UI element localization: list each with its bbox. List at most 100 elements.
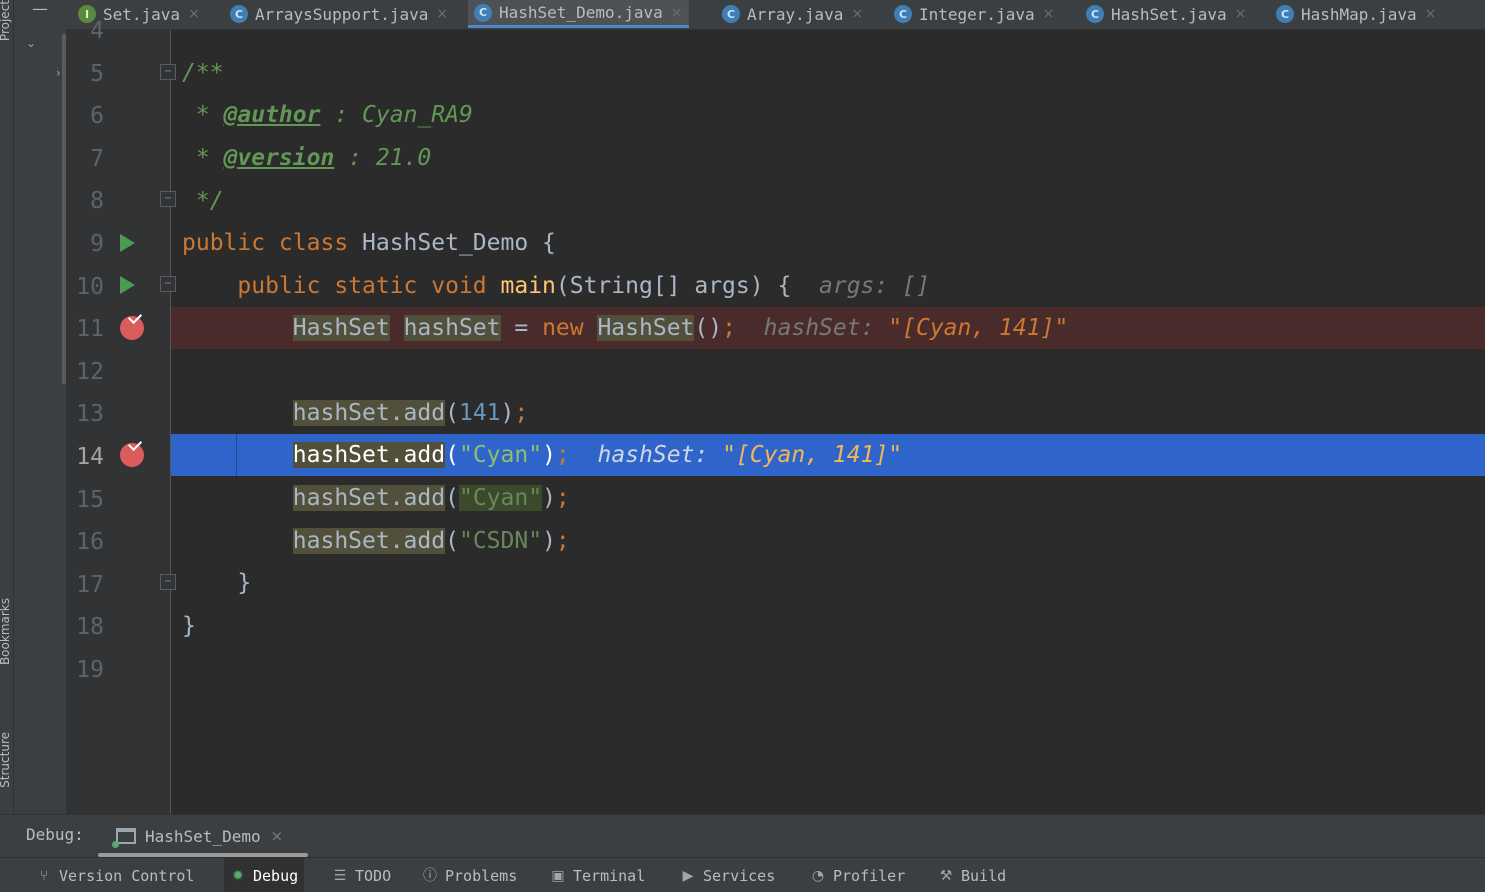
breakpoint-icon[interactable] (120, 316, 144, 340)
inline-debug-value[interactable]: "[Cyan, 141]" (888, 315, 1068, 341)
run-main-icon[interactable] (120, 276, 135, 294)
debug-session-tab[interactable]: HashSet_Demo × (112, 823, 284, 849)
chevron-down-icon[interactable]: ⌄ (26, 36, 36, 50)
comment-text: : 21.0 (334, 145, 432, 171)
tool-window-label: Build (961, 866, 1007, 885)
paren: ( (445, 400, 459, 426)
tool-window-todo[interactable]: ☰ TODO (326, 858, 397, 892)
code-line-13[interactable]: hashSet.add(141); (182, 392, 528, 434)
bug-icon: ✹ (232, 867, 244, 884)
class-icon: C (1086, 5, 1104, 23)
closing-brace: } (182, 613, 196, 639)
line-number[interactable]: 6 (66, 95, 104, 137)
chevron-right-icon[interactable]: › (56, 66, 61, 80)
code-line-18[interactable]: } (182, 605, 196, 647)
code-editor[interactable]: 4 5 6 7 8 9 10 11 12 13 14 15 16 17 18 19 − − − − /** *… (66, 18, 1485, 814)
line-number[interactable]: 11 (66, 308, 104, 350)
close-icon[interactable]: × (1425, 6, 1437, 22)
line-number[interactable]: 15 (66, 479, 104, 521)
line-number[interactable]: 9 (66, 223, 104, 265)
code-line-15[interactable]: hashSet.add("Cyan"); (182, 477, 570, 519)
number-literal: 141 (458, 400, 501, 426)
javadoc-tag[interactable]: @version (224, 145, 335, 171)
editor-tab[interactable]: C HashSet.java × (1080, 0, 1252, 28)
method-call: hashSet.add (292, 485, 446, 511)
class-declaration: HashSet_Demo { (362, 230, 556, 256)
code-line-8[interactable]: */ (182, 180, 224, 222)
code-line-6[interactable]: * @author : Cyan_RA9 (182, 94, 473, 136)
fold-open-icon[interactable]: − (160, 276, 176, 292)
tool-window-version-control[interactable]: ⑂ Version Control (30, 858, 200, 892)
editor-tab[interactable]: C HashSet_Demo.java × (468, 0, 689, 28)
line-number[interactable]: 16 (66, 521, 104, 563)
semicolon: ; (514, 400, 529, 426)
structure-tool-label[interactable]: Structure (0, 732, 12, 788)
fold-close-icon[interactable]: − (160, 574, 176, 590)
method-call: hashSet.add (292, 528, 446, 554)
semicolon: ; (722, 315, 736, 341)
semicolon: ; (555, 442, 570, 468)
tool-window-services[interactable]: ▶ Services (674, 858, 781, 892)
semicolon: ; (555, 528, 570, 554)
line-number[interactable]: 18 (66, 606, 104, 648)
line-number[interactable]: 7 (66, 138, 104, 180)
editor-tab[interactable]: C Array.java × (716, 0, 869, 28)
tool-window-build[interactable]: ⚒ Build (932, 858, 1012, 892)
close-icon[interactable]: × (188, 6, 200, 22)
tool-window-profiler[interactable]: ◔ Profiler (804, 858, 911, 892)
tool-window-label: Debug (253, 866, 299, 885)
editor-tab[interactable]: C Integer.java × (888, 0, 1060, 28)
code-line-14[interactable]: hashSet.add("Cyan"); hashSet: "[Cyan, 14… (182, 434, 902, 476)
profiler-icon: ◔ (811, 867, 825, 884)
paren: ) (542, 442, 556, 468)
line-number[interactable]: 10 (66, 266, 104, 308)
line-number[interactable]: 14 (66, 436, 104, 478)
close-icon[interactable]: × (851, 6, 863, 22)
left-tool-strip: Project Bookmarks Structure (0, 0, 14, 814)
class-icon: C (722, 5, 740, 23)
line-number[interactable]: 17 (66, 564, 104, 606)
paren: ) (542, 528, 556, 554)
close-icon[interactable]: × (1043, 6, 1055, 22)
close-icon[interactable]: × (436, 6, 448, 22)
keyword: new (542, 315, 598, 341)
fold-open-icon[interactable]: − (160, 64, 176, 80)
line-number[interactable]: 19 (66, 649, 104, 691)
inline-debug-value[interactable]: "[Cyan, 141]" (722, 442, 902, 468)
method-signature: (String[] args) { (555, 273, 792, 299)
minimize-icon[interactable]: — (32, 0, 50, 20)
code-line-17[interactable]: } (182, 562, 251, 604)
line-number[interactable]: 12 (66, 351, 104, 393)
bookmarks-tool-label[interactable]: Bookmarks (0, 598, 12, 665)
tool-window-debug[interactable]: ✹ Debug (224, 858, 305, 892)
close-icon[interactable]: × (1235, 6, 1247, 22)
string-literal: "Cyan" (458, 485, 543, 511)
class-icon: C (230, 5, 248, 23)
class-icon: C (1276, 5, 1294, 23)
tool-window-problems[interactable]: ⓘ Problems (416, 858, 523, 892)
code-line-9[interactable]: public class HashSet_Demo { (182, 222, 556, 264)
run-class-icon[interactable] (120, 234, 135, 252)
editor-tab-label: HashSet_Demo.java (499, 3, 663, 22)
code-line-10[interactable]: public static void main(String[] args) {… (182, 265, 930, 307)
code-line-7[interactable]: * @version : 21.0 (182, 137, 431, 179)
close-icon[interactable]: × (271, 827, 284, 845)
line-number[interactable]: 13 (66, 393, 104, 435)
code-line-11[interactable]: HashSet hashSet = new HashSet(); hashSet… (182, 307, 1068, 349)
fold-close-icon[interactable]: − (160, 191, 176, 207)
close-icon[interactable]: × (671, 5, 683, 21)
line-number[interactable]: 4 (66, 10, 104, 52)
inline-debug-value[interactable]: [] (902, 273, 930, 299)
breakpoint-icon[interactable] (120, 443, 144, 467)
editor-tab-label: Integer.java (919, 4, 1035, 24)
code-line-16[interactable]: hashSet.add("CSDN"); (182, 520, 570, 562)
editor-tab[interactable]: C HashMap.java × (1270, 0, 1442, 28)
javadoc-tag[interactable]: @author (224, 102, 321, 128)
line-number[interactable]: 5 (66, 53, 104, 95)
editor-tab[interactable]: C ArraysSupport.java × (224, 0, 454, 28)
code-line-5[interactable]: /** (182, 52, 224, 94)
project-tool-label[interactable]: Project (0, 0, 12, 41)
tool-window-terminal[interactable]: ▣ Terminal (544, 858, 651, 892)
method-name: main (500, 273, 556, 299)
line-number[interactable]: 8 (66, 180, 104, 222)
